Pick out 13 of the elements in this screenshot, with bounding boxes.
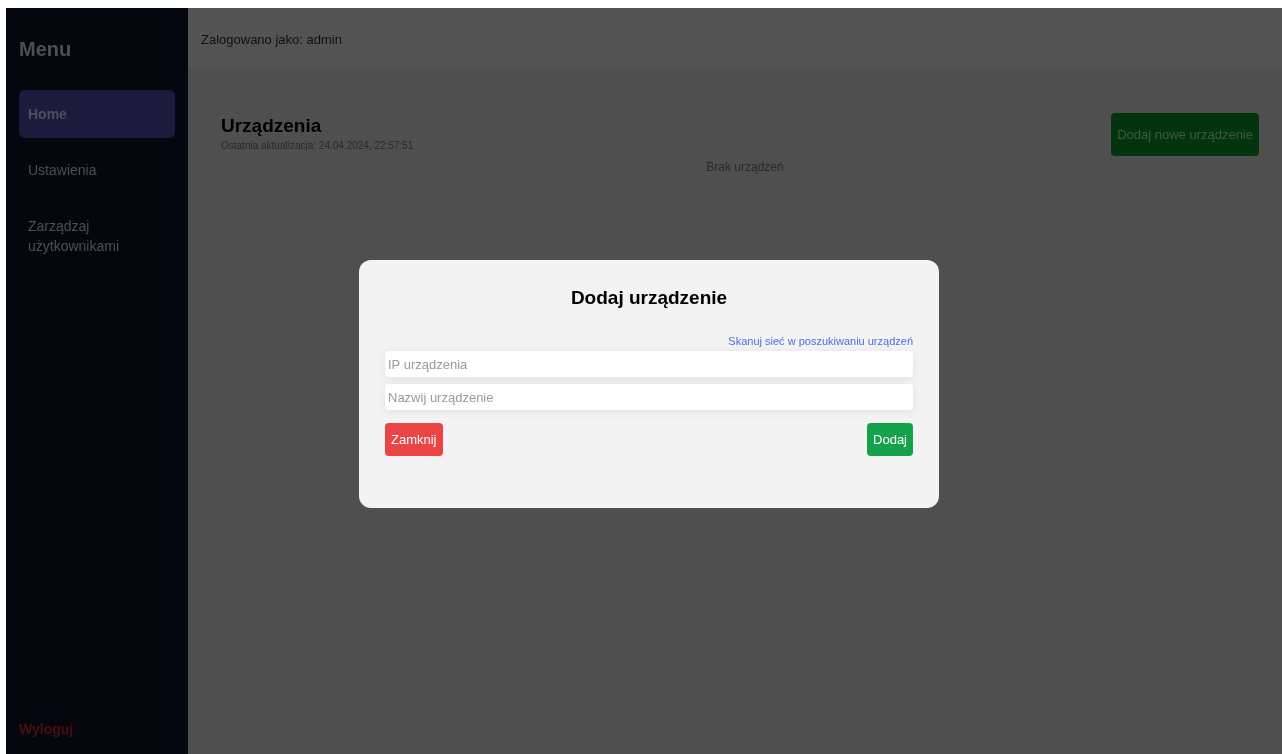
sidebar-item[interactable]: Ustawienia <box>19 146 175 194</box>
add-button[interactable]: Dodaj <box>867 423 913 456</box>
page-title: Urządzenia <box>221 114 323 138</box>
sidebar-item[interactable]: Zarządzaj użytkownikami <box>19 202 175 270</box>
logged-in-label: Zalogowano jako: admin <box>201 31 342 49</box>
add-device-button[interactable]: Dodaj nowe urządzenie <box>1111 113 1259 156</box>
dialog-title: Dodaj urządzenie <box>570 286 728 310</box>
scan-network-link[interactable]: Skanuj sieć w poszukiwaniu urządzeń <box>728 332 913 349</box>
text-field[interactable]: IP urządzenia <box>385 351 913 377</box>
text-field[interactable]: Nazwij urządzenie <box>385 384 913 410</box>
sidebar-title: Menu <box>19 37 73 62</box>
close-button[interactable]: Zamknij <box>385 423 443 456</box>
logout-link[interactable]: Wyloguj <box>19 719 175 740</box>
